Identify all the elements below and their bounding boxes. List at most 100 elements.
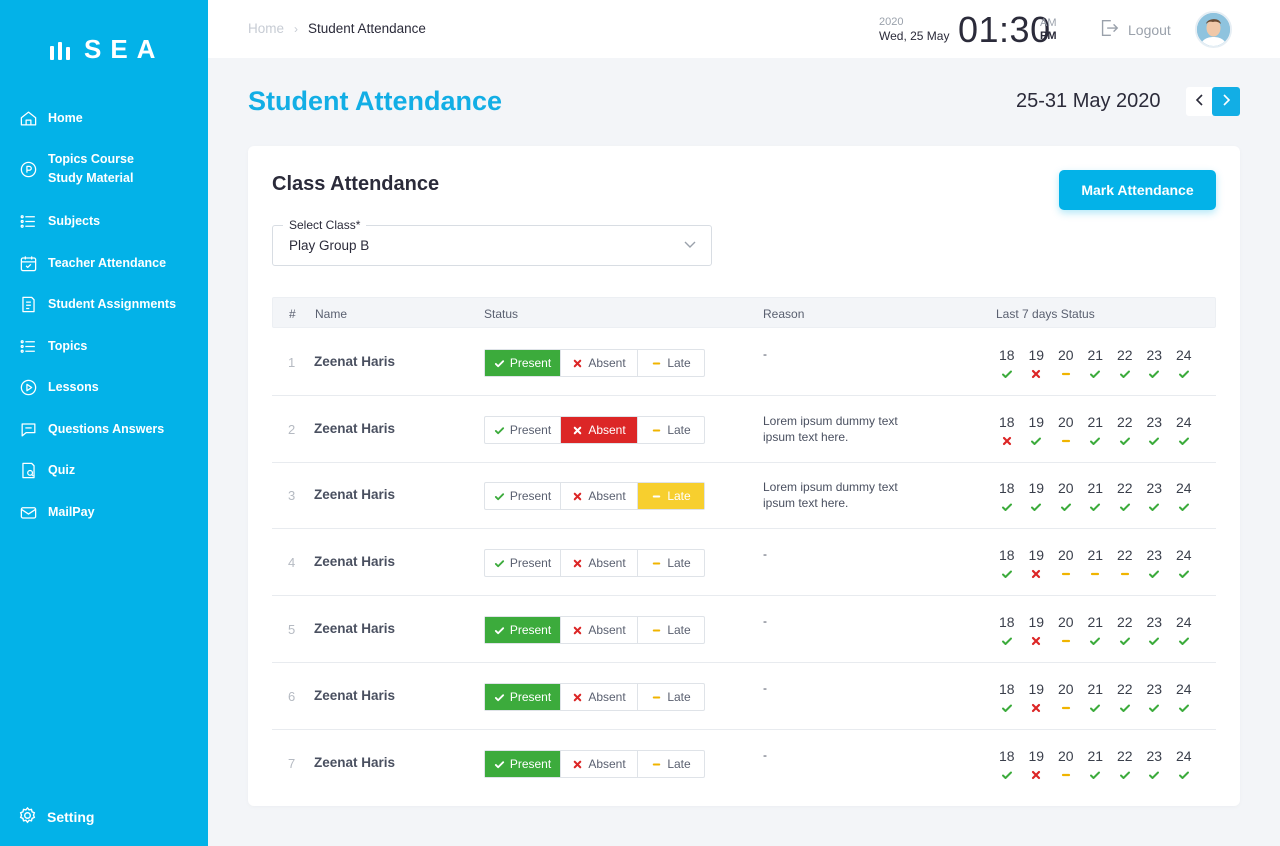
sidebar-item-home[interactable]: Home — [18, 108, 83, 128]
day-number: 23 — [1146, 748, 1163, 764]
chevron-down-icon — [683, 237, 697, 256]
status-present-button[interactable]: Present — [485, 684, 561, 710]
class-select-label: Select Class* — [283, 218, 367, 232]
status-toggle-group: Present Absent Late — [484, 549, 705, 577]
day-number: 18 — [998, 681, 1015, 697]
sidebar-item-label: Teacher Attendance — [48, 255, 167, 270]
check-icon — [1110, 768, 1140, 782]
status-present-button[interactable]: Present — [485, 751, 561, 777]
status-option-label: Absent — [588, 623, 626, 637]
minus-icon — [1051, 768, 1081, 782]
close-icon — [572, 491, 583, 502]
day-number: 18 — [998, 414, 1015, 430]
close-icon — [1022, 768, 1052, 782]
sidebar-item-setting[interactable]: Setting — [18, 806, 94, 828]
status-absent-button[interactable]: Absent — [561, 751, 638, 777]
week-range: 25-31 May 2020 — [1016, 90, 1161, 112]
sidebar-item-quiz[interactable]: Quiz — [18, 460, 75, 480]
sidebar-item-label: Questions Answers — [48, 421, 165, 436]
status-absent-button[interactable]: Absent — [561, 684, 638, 710]
sidebar-item-label: Topics — [48, 338, 88, 353]
last-7-days-status: 18 19 20 21 22 23 24 — [992, 614, 1199, 648]
logout-button[interactable]: Logout — [1098, 17, 1171, 42]
day-number: 23 — [1146, 681, 1163, 697]
day-status: 24 — [1169, 614, 1199, 648]
status-late-button[interactable]: Late — [638, 751, 704, 777]
day-status: 19 — [1022, 748, 1052, 782]
status-late-button[interactable]: Late — [638, 417, 704, 443]
day-number: 23 — [1146, 614, 1163, 630]
status-present-button[interactable]: Present — [485, 483, 561, 509]
sidebar-item-label: Student Assignments — [48, 296, 177, 311]
day-number: 24 — [1175, 414, 1192, 430]
quiz-icon — [18, 460, 38, 480]
status-late-button[interactable]: Late — [638, 550, 704, 576]
check-icon — [1081, 634, 1111, 648]
close-icon — [992, 434, 1022, 448]
logo-mark-icon — [50, 40, 70, 60]
sidebar-item-student-assignments[interactable]: Student Assignments — [18, 294, 176, 314]
status-late-button[interactable]: Late — [638, 617, 704, 643]
check-icon — [1051, 500, 1081, 514]
status-option-label: Present — [509, 489, 552, 503]
sidebar-item-mailpay[interactable]: MailPay — [18, 502, 95, 522]
row-number: 6 — [288, 689, 296, 704]
header-reason: Reason — [763, 307, 805, 321]
status-present-button[interactable]: Present — [485, 550, 561, 576]
sidebar-item-label: Quiz — [48, 462, 76, 477]
status-toggle-group: Present Absent Late — [484, 616, 705, 644]
mark-attendance-button[interactable]: Mark Attendance — [1059, 170, 1216, 210]
last-7-days-status: 18 19 20 21 22 23 24 — [992, 547, 1199, 581]
status-late-button[interactable]: Late — [638, 684, 704, 710]
status-option-label: Present — [509, 556, 552, 570]
status-absent-button[interactable]: Absent — [561, 550, 638, 576]
check-icon — [992, 634, 1022, 648]
gear-icon — [18, 806, 37, 828]
status-present-button[interactable]: Present — [485, 617, 561, 643]
status-toggle-group: Present Absent Late — [484, 349, 705, 377]
sidebar-item-teacher-attendance[interactable]: Teacher Attendance — [18, 253, 166, 273]
check-icon — [1169, 634, 1199, 648]
breadcrumb-home-link[interactable]: Home — [248, 21, 284, 36]
day-status: 21 — [1081, 414, 1111, 448]
day-status: 23 — [1140, 414, 1170, 448]
sidebar-item-topics[interactable]: Topics — [18, 336, 87, 356]
check-icon — [992, 367, 1022, 381]
day-number: 24 — [1175, 681, 1192, 697]
sidebar-item-topics-course-study-material[interactable]: Topics Course Study Material — [18, 150, 134, 188]
status-absent-button[interactable]: Absent — [561, 417, 638, 443]
class-select[interactable]: Select Class* Play Group B — [272, 218, 712, 266]
check-icon — [1081, 768, 1111, 782]
status-late-button[interactable]: Late — [638, 483, 704, 509]
status-late-button[interactable]: Late — [638, 350, 704, 376]
day-status: 19 — [1022, 347, 1052, 381]
status-present-button[interactable]: Present — [485, 417, 561, 443]
close-icon — [572, 625, 583, 636]
status-present-button[interactable]: Present — [485, 350, 561, 376]
day-status: 19 — [1022, 414, 1052, 448]
previous-week-button[interactable] — [1186, 87, 1214, 116]
app-logo[interactable]: SEA — [50, 34, 164, 65]
status-absent-button[interactable]: Absent — [561, 483, 638, 509]
last-7-days-status: 18 19 20 21 22 23 24 — [992, 414, 1199, 448]
close-icon — [1022, 701, 1052, 715]
sidebar-item-questions-answers[interactable]: Questions Answers — [18, 419, 164, 439]
day-status: 19 — [1022, 614, 1052, 648]
table-row: 3 Zeenat Haris Present Absent Late Lorem ipsu… — [272, 462, 1216, 529]
sidebar-item-subjects[interactable]: Subjects — [18, 211, 100, 231]
day-status: 22 — [1110, 681, 1140, 715]
next-week-button[interactable] — [1212, 87, 1240, 116]
avatar[interactable] — [1195, 11, 1232, 48]
student-name: Zeenat Haris — [314, 487, 396, 502]
status-absent-button[interactable]: Absent — [561, 617, 638, 643]
breadcrumb-current: Student Attendance — [308, 21, 426, 36]
status-absent-button[interactable]: Absent — [561, 350, 638, 376]
day-status: 24 — [1169, 547, 1199, 581]
check-icon — [1110, 701, 1140, 715]
status-option-label: Late — [667, 757, 691, 771]
row-number: 5 — [288, 622, 296, 637]
sidebar-item-lessons[interactable]: Lessons — [18, 377, 99, 397]
status-toggle-group: Present Absent Late — [484, 482, 705, 510]
day-number: 19 — [1028, 480, 1045, 496]
sidebar-item-label: Topics Course Study Material — [48, 152, 134, 185]
